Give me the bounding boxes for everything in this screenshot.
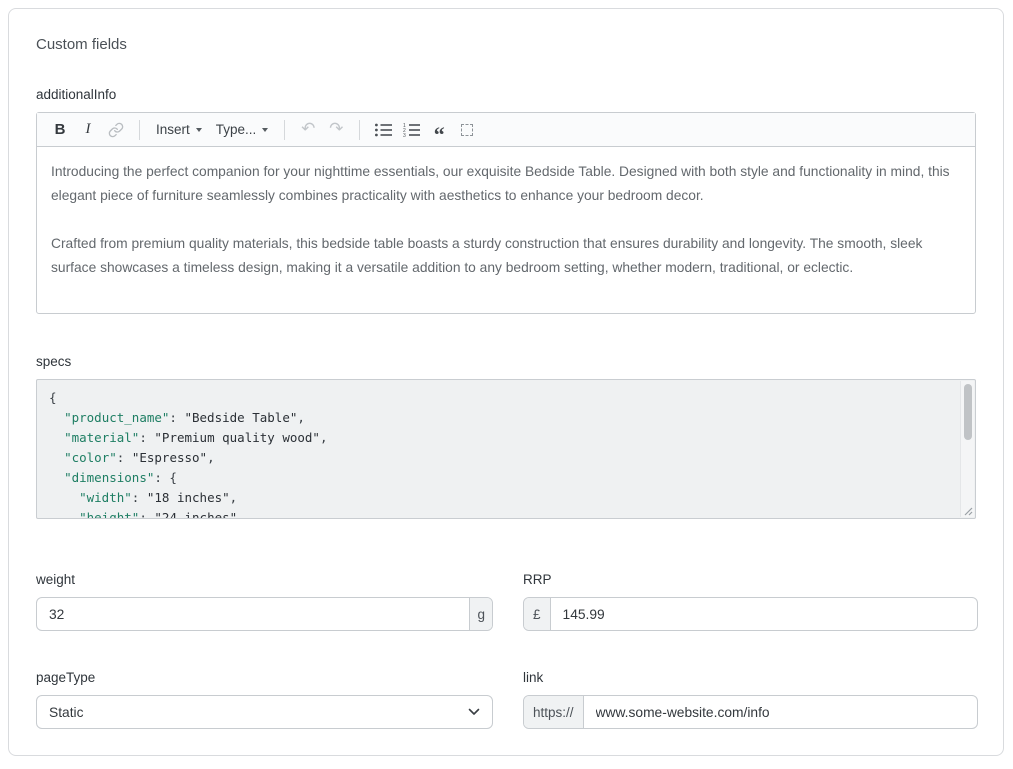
blockquote-button[interactable]: “ — [426, 117, 452, 143]
field-specs: specs { "product_name": "Bedside Table",… — [36, 353, 976, 519]
link-label: link — [523, 669, 978, 686]
redo-button[interactable]: ↷ — [323, 117, 349, 143]
bullet-list-icon — [375, 123, 392, 137]
page-type-select[interactable]: Static — [36, 695, 493, 729]
bullet-list-button[interactable] — [370, 117, 396, 143]
field-additional-info: additionalInfo B I Insert Type... — [36, 86, 976, 314]
rrp-label: RRP — [523, 571, 978, 588]
toolbar-divider — [359, 120, 360, 140]
type-dropdown[interactable]: Type... — [210, 117, 275, 143]
weight-unit-addon: g — [469, 598, 492, 630]
blockquote-icon: “ — [434, 130, 445, 140]
rich-text-editor: B I Insert Type... ↶ ↷ — [36, 112, 976, 314]
card-title: Custom fields — [36, 36, 976, 54]
rrp-input-group: £ — [523, 597, 978, 631]
bold-button[interactable]: B — [47, 117, 73, 143]
toolbar-divider — [284, 120, 285, 140]
weight-input-group: g — [36, 597, 493, 631]
redo-icon: ↷ — [329, 121, 343, 138]
row-pagetype-link: pageType Static link https:// — [36, 669, 976, 729]
rrp-currency-addon: £ — [524, 598, 551, 630]
ordered-list-icon: 123 — [403, 123, 420, 137]
additional-info-label: additionalInfo — [36, 86, 976, 103]
link-input[interactable] — [584, 696, 977, 728]
italic-button[interactable]: I — [75, 117, 101, 143]
page-type-label: pageType — [36, 669, 493, 686]
specs-code-content: { "product_name": "Bedside Table", "mate… — [49, 388, 949, 519]
link-input-group: https:// — [523, 695, 978, 729]
undo-button[interactable]: ↶ — [295, 117, 321, 143]
chevron-down-icon — [468, 708, 480, 716]
specs-code-editor[interactable]: { "product_name": "Bedside Table", "mate… — [36, 379, 976, 519]
link-icon — [108, 122, 124, 138]
specs-scrollbar[interactable] — [960, 381, 974, 517]
chevron-down-icon — [262, 128, 268, 132]
page-type-selected-value: Static — [49, 705, 84, 720]
ordered-list-button[interactable]: 123 — [398, 117, 424, 143]
editor-content[interactable]: Introducing the perfect companion for yo… — [37, 147, 975, 313]
weight-label: weight — [36, 571, 493, 588]
link-protocol-addon: https:// — [524, 696, 584, 728]
resize-handle-icon[interactable] — [962, 505, 973, 516]
insert-dropdown[interactable]: Insert — [150, 117, 208, 143]
field-weight: weight g — [36, 571, 493, 631]
insert-dropdown-label: Insert — [156, 122, 190, 137]
chevron-down-icon — [196, 128, 202, 132]
rrp-input[interactable] — [551, 598, 977, 630]
editor-paragraph: Introducing the perfect companion for yo… — [51, 160, 961, 208]
type-dropdown-label: Type... — [216, 122, 257, 137]
embed-block-icon — [461, 124, 473, 136]
custom-fields-card: Custom fields additionalInfo B I Insert … — [8, 8, 1004, 756]
editor-toolbar: B I Insert Type... ↶ ↷ — [37, 113, 975, 147]
specs-scrollbar-thumb[interactable] — [964, 384, 972, 440]
specs-label: specs — [36, 353, 976, 370]
row-weight-rrp: weight g RRP £ — [36, 571, 976, 631]
svg-text:3: 3 — [403, 133, 406, 137]
undo-icon: ↶ — [301, 121, 315, 138]
field-rrp: RRP £ — [523, 571, 978, 631]
editor-paragraph: Crafted from premium quality materials, … — [51, 232, 961, 280]
embed-block-button[interactable] — [454, 117, 480, 143]
link-button[interactable] — [103, 117, 129, 143]
toolbar-divider — [139, 120, 140, 140]
field-link: link https:// — [523, 669, 978, 729]
weight-input[interactable] — [37, 598, 469, 630]
field-page-type: pageType Static — [36, 669, 493, 729]
